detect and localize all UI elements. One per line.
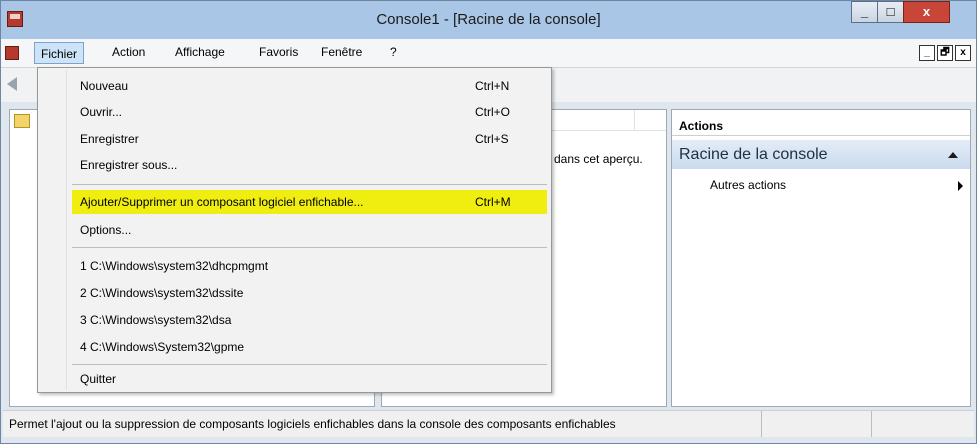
status-divider (761, 411, 762, 437)
menu-help[interactable]: ? (390, 45, 397, 59)
menu-gutter (66, 70, 67, 390)
fichier-menu-dropdown: Nouveau Ctrl+N Ouvrir... Ctrl+O Enregist… (37, 67, 552, 393)
column-divider[interactable] (634, 110, 635, 130)
menu-item-recent-3[interactable]: 3 C:\Windows\system32\dsa (72, 308, 547, 332)
menu-item-quitter[interactable]: Quitter (72, 367, 547, 391)
actions-section-title: Racine de la console (679, 146, 828, 163)
window-title: Console1 - [Racine de la console] (376, 11, 601, 28)
menu-item-enregistrer-sous[interactable]: Enregistrer sous... (72, 153, 547, 177)
menu-item-shortcut: Ctrl+M (475, 195, 511, 209)
close-button[interactable]: x (903, 1, 950, 23)
menu-item-label: Enregistrer (80, 132, 139, 146)
menu-item-ajouter-supprimer-composant[interactable]: Ajouter/Supprimer un composant logiciel … (72, 190, 547, 214)
menu-item-label: 1 C:\Windows\system32\dhcpmgmt (80, 259, 269, 273)
status-text: Permet l'ajout ou la suppression de comp… (9, 417, 616, 431)
menu-item-recent-1[interactable]: 1 C:\Windows\system32\dhcpmgmt (72, 254, 547, 278)
menu-item-label: 4 C:\Windows\System32\gpme (80, 340, 245, 354)
menu-fichier[interactable]: Fichier (34, 42, 85, 64)
menu-item-shortcut: Ctrl+O (475, 105, 511, 119)
menu-bar: Fichier Action Affichage Favoris Fenêtre… (1, 39, 976, 68)
menu-item-recent-4[interactable]: 4 C:\Windows\System32\gpme (72, 335, 547, 359)
menu-item-ouvrir[interactable]: Ouvrir... Ctrl+O (72, 100, 547, 124)
menu-separator (72, 364, 547, 365)
submenu-arrow-icon (958, 181, 963, 191)
child-minimize-button[interactable]: _ (919, 45, 935, 61)
menu-separator (72, 247, 547, 248)
menu-affichage[interactable]: Affichage (175, 45, 225, 59)
status-divider (871, 411, 872, 437)
menu-item-label: 3 C:\Windows\system32\dsa (80, 313, 232, 327)
actions-section-header[interactable]: Racine de la console (672, 140, 970, 169)
menu-action[interactable]: Action (112, 45, 145, 59)
menu-item-label: Enregistrer sous... (80, 158, 178, 172)
menu-item-label: Ouvrir... (80, 105, 123, 119)
menu-item-label: Nouveau (80, 79, 129, 93)
menu-fenetre[interactable]: Fenêtre (321, 45, 362, 59)
menu-item-shortcut: Ctrl+N (475, 79, 510, 93)
child-restore-button[interactable]: 🗗 (937, 45, 953, 61)
menu-favoris[interactable]: Favoris (259, 45, 298, 59)
menu-item-enregistrer[interactable]: Enregistrer Ctrl+S (72, 127, 547, 151)
minimize-button[interactable]: _ (851, 1, 878, 23)
mmc-window: Console1 - [Racine de la console] _ □ x … (0, 0, 977, 444)
menu-item-label: Quitter (80, 372, 117, 386)
menu-separator (72, 184, 547, 185)
menu-item-nouveau[interactable]: Nouveau Ctrl+N (72, 74, 547, 98)
menu-item-options[interactable]: Options... (72, 218, 547, 242)
menu-item-label: Ajouter/Supprimer un composant logiciel … (80, 195, 364, 209)
folder-icon[interactable] (14, 114, 30, 128)
menu-item-label: Options... (80, 223, 132, 237)
title-bar[interactable]: Console1 - [Racine de la console] _ □ x (1, 1, 976, 39)
child-close-button[interactable]: x (955, 45, 971, 61)
status-bar: Permet l'ajout ou la suppression de comp… (3, 410, 974, 437)
collapse-arrow-icon[interactable] (948, 152, 958, 158)
menu-item-recent-2[interactable]: 2 C:\Windows\system32\dssite (72, 281, 547, 305)
console-system-menu-icon[interactable] (5, 46, 19, 60)
maximize-button[interactable]: □ (877, 1, 904, 23)
actions-pane: Actions Racine de la console Autres acti… (671, 109, 971, 407)
menu-item-shortcut: Ctrl+S (475, 132, 509, 146)
back-arrow-icon[interactable] (7, 77, 17, 91)
action-autres-actions[interactable]: Autres actions (710, 178, 786, 192)
menu-item-label: 2 C:\Windows\system32\dssite (80, 286, 244, 300)
actions-header: Actions (672, 110, 970, 136)
empty-list-message: dans cet aperçu. (554, 152, 643, 166)
